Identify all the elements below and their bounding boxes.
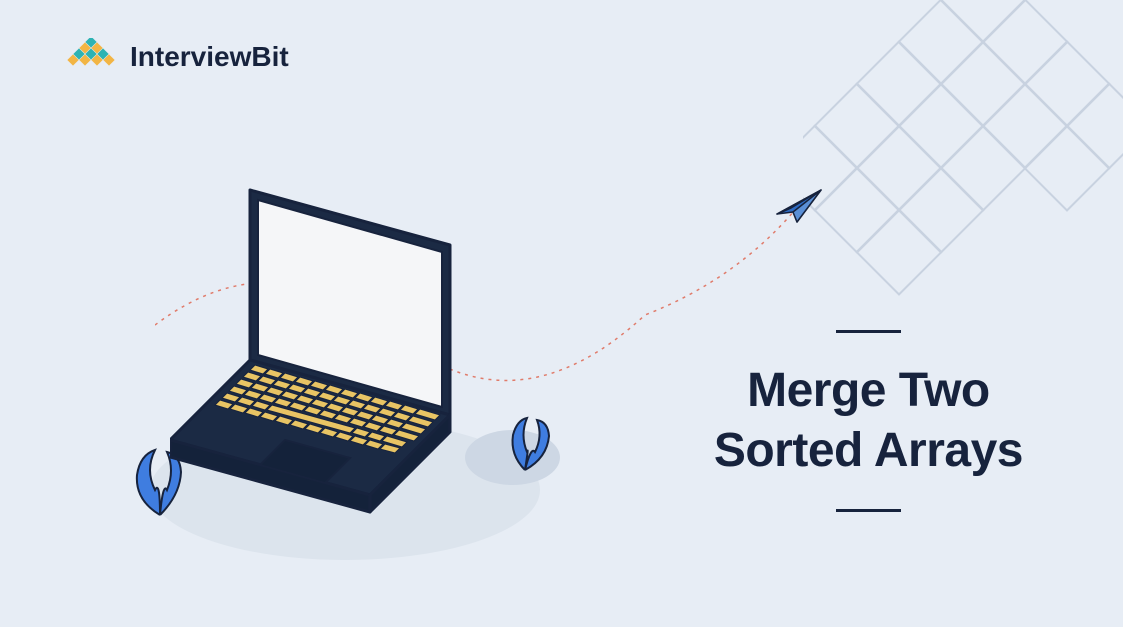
brand-logo-icon (62, 38, 120, 76)
title-rule-bottom (836, 509, 901, 512)
brand-logo-text: InterviewBit (130, 41, 289, 73)
laptop-icon (170, 170, 550, 550)
laptop-illustration (120, 160, 570, 590)
leaf-right-decoration (505, 410, 560, 475)
paper-plane-icon (775, 186, 823, 224)
brand-logo: InterviewBit (62, 38, 289, 76)
